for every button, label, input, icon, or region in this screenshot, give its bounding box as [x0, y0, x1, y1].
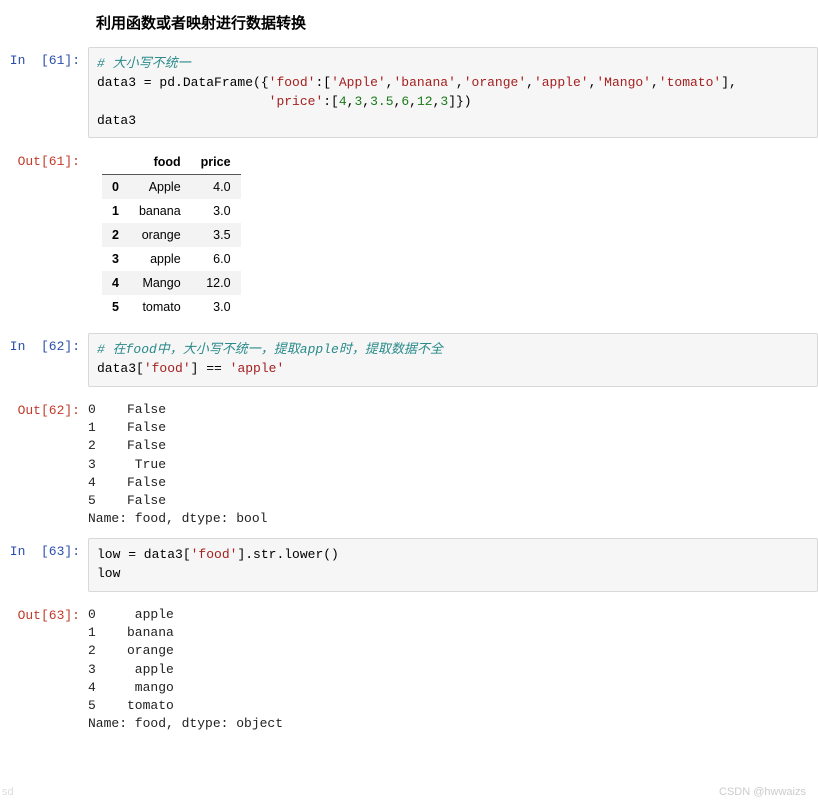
- cell-63-output: Out[63]: 0 apple 1 banana 2 orange 3 app…: [0, 602, 818, 733]
- td-food: banana: [129, 199, 191, 223]
- table-row: 4Mango12.0: [102, 271, 241, 295]
- code-comment: # 在food中，大小写不统一，提取apple时，提取数据不全: [97, 342, 443, 357]
- code-string: 'food': [269, 75, 316, 90]
- code-text: :[: [323, 94, 339, 109]
- code-block[interactable]: # 在food中，大小写不统一，提取apple时，提取数据不全 data3['f…: [88, 333, 818, 387]
- code-string: 'tomato': [659, 75, 721, 90]
- code-string: 'Apple': [331, 75, 386, 90]
- code-text: [97, 94, 269, 109]
- code-string: 'Mango': [596, 75, 651, 90]
- section-heading: 利用函数或者映射进行数据转换: [96, 12, 818, 33]
- code-string: 'banana': [393, 75, 455, 90]
- code-text: ]}): [448, 94, 471, 109]
- td-food: Mango: [129, 271, 191, 295]
- th-food: food: [129, 150, 191, 175]
- code-string: 'apple': [230, 361, 285, 376]
- code-string: 'food': [144, 361, 191, 376]
- code-text: ,: [456, 75, 464, 90]
- dataframe-table: food price 0Apple4.0 1banana3.0 2orange3…: [102, 150, 241, 319]
- td-idx: 3: [102, 247, 129, 271]
- td-price: 3.0: [191, 199, 241, 223]
- code-block[interactable]: # 大小写不统一 data3 = pd.DataFrame({'food':['…: [88, 47, 818, 138]
- table-row: 3apple6.0: [102, 247, 241, 271]
- in-prompt: In [61]:: [0, 47, 88, 68]
- code-text: ].str.lower(): [237, 547, 338, 562]
- code-number: 3: [354, 94, 362, 109]
- td-price: 3.5: [191, 223, 241, 247]
- td-idx: 4: [102, 271, 129, 295]
- td-food: Apple: [129, 175, 191, 200]
- code-number: 4: [339, 94, 347, 109]
- td-price: 3.0: [191, 295, 241, 319]
- td-price: 6.0: [191, 247, 241, 271]
- in-prompt: In [63]:: [0, 538, 88, 559]
- td-price: 4.0: [191, 175, 241, 200]
- td-food: tomato: [129, 295, 191, 319]
- code-text: data3 = pd.DataFrame({: [97, 75, 269, 90]
- code-text: data3[: [97, 361, 144, 376]
- out-prompt: Out[62]:: [0, 397, 88, 418]
- td-idx: 1: [102, 199, 129, 223]
- out-prompt: Out[61]:: [0, 148, 88, 169]
- table-row: 1banana3.0: [102, 199, 241, 223]
- code-text: low = data3[: [97, 547, 191, 562]
- code-text: ,: [526, 75, 534, 90]
- watermark-right: CSDN @hwwaizs: [719, 786, 806, 798]
- td-food: orange: [129, 223, 191, 247]
- watermark-left: sd: [2, 786, 14, 798]
- table-row: 2orange3.5: [102, 223, 241, 247]
- cell-62-input: In [62]: # 在food中，大小写不统一，提取apple时，提取数据不全…: [0, 333, 818, 387]
- in-prompt: In [62]:: [0, 333, 88, 354]
- code-text: ,: [651, 75, 659, 90]
- table-row: 0Apple4.0: [102, 175, 241, 200]
- td-idx: 5: [102, 295, 129, 319]
- code-text: data3: [97, 113, 136, 128]
- code-block[interactable]: low = data3['food'].str.lower() low: [88, 538, 818, 592]
- code-string: 'apple': [534, 75, 589, 90]
- code-text: ] ==: [191, 361, 230, 376]
- text-output: 0 False 1 False 2 False 3 True 4 False 5…: [88, 397, 818, 528]
- th-price: price: [191, 150, 241, 175]
- code-number: 12: [417, 94, 433, 109]
- table-row: 5tomato3.0: [102, 295, 241, 319]
- cell-63-input: In [63]: low = data3['food'].str.lower()…: [0, 538, 818, 592]
- table-header-row: food price: [102, 150, 241, 175]
- code-text: :[: [315, 75, 331, 90]
- td-idx: 0: [102, 175, 129, 200]
- code-number: 6: [401, 94, 409, 109]
- td-idx: 2: [102, 223, 129, 247]
- code-text: low: [97, 566, 120, 581]
- cell-61-input: In [61]: # 大小写不统一 data3 = pd.DataFrame({…: [0, 47, 818, 138]
- td-price: 12.0: [191, 271, 241, 295]
- cell-62-output: Out[62]: 0 False 1 False 2 False 3 True …: [0, 397, 818, 528]
- code-text: ],: [721, 75, 737, 90]
- out-prompt: Out[63]:: [0, 602, 88, 623]
- code-string: 'price': [269, 94, 324, 109]
- code-number: 3.5: [370, 94, 393, 109]
- cell-61-output: Out[61]: food price 0Apple4.0 1banana3.0…: [0, 148, 818, 323]
- code-comment: # 大小写不统一: [97, 56, 191, 71]
- notebook: 利用函数或者映射进行数据转换 In [61]: # 大小写不统一 data3 =…: [0, 0, 818, 763]
- code-string: 'orange': [464, 75, 526, 90]
- text-output: 0 apple 1 banana 2 orange 3 apple 4 mang…: [88, 602, 818, 733]
- code-string: 'food': [191, 547, 238, 562]
- td-food: apple: [129, 247, 191, 271]
- th-index: [102, 150, 129, 175]
